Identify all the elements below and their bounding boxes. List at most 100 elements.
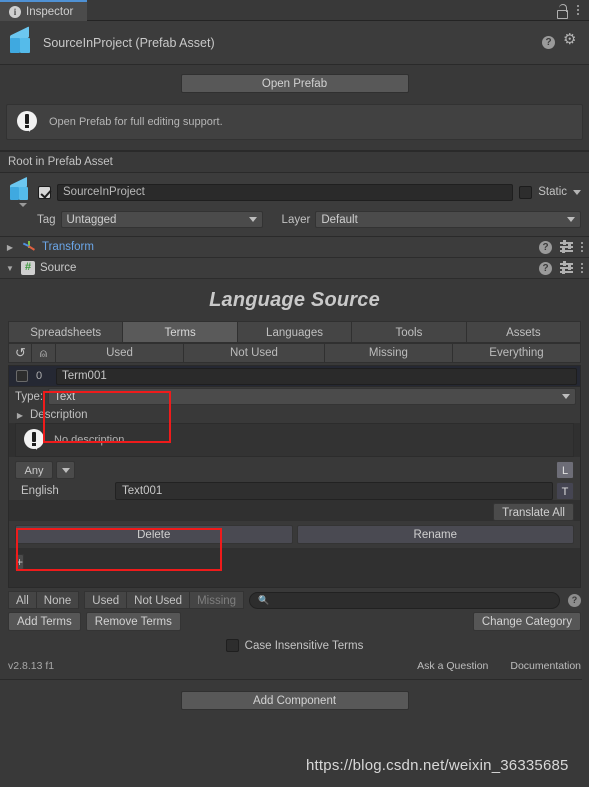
add-terms-button[interactable]: Add Terms: [8, 612, 81, 631]
version-label: v2.8.13 f1: [8, 660, 55, 672]
term-checkbox[interactable]: [16, 370, 28, 382]
chevron-down-icon: [567, 217, 575, 222]
foldout-arrow-collapsed-icon[interactable]: ▶: [15, 411, 25, 420]
tab-assets[interactable]: Assets: [466, 321, 582, 343]
component-row-source[interactable]: ▼ # Source ?: [0, 258, 589, 279]
selection-filter-row: All None Used Not Used Missing 🔍 ?: [0, 588, 589, 609]
select-used-button[interactable]: Used: [84, 591, 128, 609]
search-input[interactable]: [274, 594, 551, 606]
term-row[interactable]: 0 Term001: [9, 366, 580, 387]
kebab-menu-icon[interactable]: [577, 5, 579, 15]
language-source-panel: Language Source Spreadsheets Terms Langu…: [0, 279, 589, 680]
foldout-arrow-collapsed-icon[interactable]: ▶: [4, 243, 16, 252]
component-controls: ?: [539, 261, 583, 275]
prefab-section: Open Prefab Open Prefab for full editing…: [0, 65, 589, 151]
asset-title: SourceInProject (Prefab Asset): [43, 35, 215, 50]
refresh-icon[interactable]: ↻: [8, 343, 32, 363]
term-type-value: Text: [54, 390, 76, 403]
chevron-down-icon: [562, 394, 570, 399]
preset-icon[interactable]: [560, 240, 573, 253]
tag-value: Untagged: [66, 213, 117, 226]
static-dropdown-icon[interactable]: [573, 189, 581, 195]
ask-a-question-link[interactable]: Ask a Question: [417, 660, 488, 672]
gameobject-header: SourceInProject Static Tag Untagged Laye…: [0, 173, 589, 237]
add-row-button[interactable]: +: [15, 554, 25, 570]
tab-terms[interactable]: Terms: [123, 321, 238, 343]
language-name-label: English: [21, 485, 59, 497]
language-toggle-button[interactable]: L: [556, 461, 574, 479]
terms-list-box: 0 Term001 Type: Text ▶ Description No de…: [8, 365, 581, 588]
term-type-label: Type:: [15, 390, 44, 403]
layer-dropdown[interactable]: Default: [315, 211, 581, 228]
select-not-used-button[interactable]: Not Used: [127, 591, 191, 609]
term-type-dropdown[interactable]: Text: [48, 388, 576, 405]
component-title: Source: [40, 262, 77, 274]
tab-inspector[interactable]: i Inspector: [0, 0, 88, 21]
term-description-label: Description: [30, 409, 88, 421]
gameobject-name-row: SourceInProject Static: [8, 176, 581, 207]
remove-terms-button[interactable]: Remove Terms: [85, 612, 181, 631]
filter-missing-button[interactable]: Missing: [324, 343, 453, 363]
preset-icon[interactable]: [560, 261, 573, 274]
documentation-link[interactable]: Documentation: [510, 660, 581, 672]
case-insensitive-checkbox[interactable]: [225, 639, 239, 652]
foldout-arrow-expanded-icon[interactable]: ▼: [4, 264, 16, 273]
filter-used-button[interactable]: Used: [56, 343, 185, 363]
language-source-title: Language Source: [209, 289, 380, 311]
term-bulk-actions-row: Add Terms Remove Terms Change Category: [0, 609, 589, 631]
help-icon[interactable]: ?: [542, 36, 555, 49]
text-toggle-button[interactable]: T: [556, 482, 574, 500]
info-bubble-icon: [24, 429, 46, 451]
term-name-field[interactable]: Term001: [56, 367, 577, 385]
tab-languages[interactable]: Languages: [237, 321, 353, 343]
tag-dropdown[interactable]: Untagged: [60, 211, 263, 228]
window-tab-bar: i Inspector: [0, 0, 589, 21]
gameobject-tag-layer-row: Tag Untagged Layer Default: [8, 211, 581, 228]
any-filter-button[interactable]: Any: [15, 461, 53, 479]
term-type-row: Type: Text: [9, 387, 580, 406]
term-actions-row: Delete Rename: [9, 521, 580, 548]
static-label: Static: [538, 186, 567, 198]
language-value-field[interactable]: Text001: [115, 482, 553, 500]
component-row-transform[interactable]: ▶ Transform ?: [0, 237, 589, 258]
help-icon[interactable]: ?: [539, 261, 552, 275]
add-component-area: Add Component: [0, 680, 589, 710]
open-prefab-button[interactable]: Open Prefab: [180, 74, 409, 93]
any-dropdown-button[interactable]: [56, 461, 75, 479]
kebab-menu-icon[interactable]: [581, 263, 583, 273]
gear-icon[interactable]: [563, 32, 577, 49]
lock-icon[interactable]: [556, 3, 568, 19]
vertical-scrollbar[interactable]: [582, 300, 589, 720]
term-description-foldout[interactable]: ▶ Description: [9, 406, 580, 423]
delete-term-button[interactable]: Delete: [15, 525, 293, 544]
term-description-box: No description: [15, 423, 574, 457]
gameobject-icon[interactable]: [8, 176, 32, 207]
filter-not-used-button[interactable]: Not Used: [184, 343, 325, 363]
inspector-window: i Inspector SourceInProject (Prefab Asse…: [0, 0, 589, 787]
change-category-button[interactable]: Change Category: [472, 612, 581, 631]
term-language-row: English Text001 T: [9, 479, 580, 500]
tab-tools[interactable]: Tools: [352, 321, 467, 343]
gameobject-name-field[interactable]: SourceInProject: [57, 183, 514, 201]
static-checkbox[interactable]: [519, 185, 533, 199]
root-in-prefab-bar: Root in Prefab Asset: [0, 151, 589, 173]
select-none-button[interactable]: None: [36, 591, 80, 609]
info-bubble-icon: [17, 111, 39, 133]
select-all-button[interactable]: All: [8, 591, 37, 609]
translate-all-button[interactable]: Translate All: [493, 503, 574, 521]
help-icon[interactable]: ?: [539, 240, 552, 254]
layer-value: Default: [321, 213, 358, 226]
add-component-button[interactable]: Add Component: [180, 691, 409, 710]
gameobject-enabled-checkbox[interactable]: [38, 185, 51, 199]
upload-icon[interactable]: ⍝: [32, 343, 56, 363]
filter-everything-button[interactable]: Everything: [452, 343, 582, 363]
help-icon[interactable]: ?: [568, 593, 581, 607]
tab-spreadsheets[interactable]: Spreadsheets: [8, 321, 124, 343]
kebab-menu-icon[interactable]: [581, 242, 583, 252]
watermark-text: https://blog.csdn.net/weixin_36335685: [306, 757, 569, 774]
asset-header-controls: ?: [542, 32, 581, 49]
rename-term-button[interactable]: Rename: [296, 525, 574, 544]
component-controls: ?: [539, 240, 583, 254]
search-box[interactable]: 🔍: [249, 591, 560, 609]
tab-inspector-label: Inspector: [26, 5, 74, 18]
